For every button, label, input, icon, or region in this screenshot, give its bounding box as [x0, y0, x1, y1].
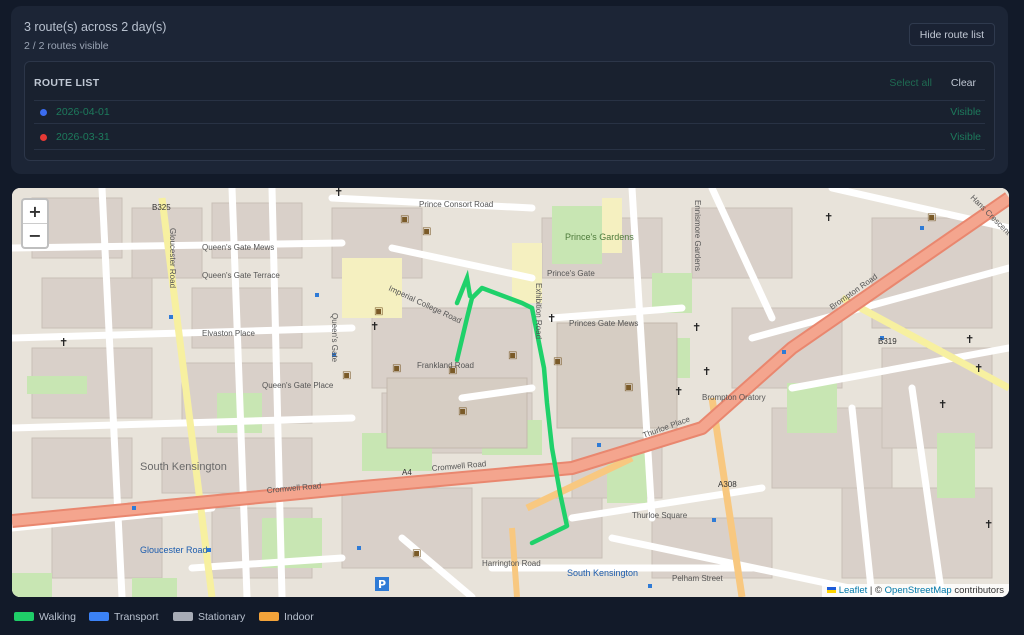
route-list: ROUTE LIST Select all Clear 2026-04-01 V… — [24, 61, 995, 161]
map-view[interactable]: ▣ ▣ ▣ ▣ ▣ ▣ ▣ ▣ ▣ ▣ ▣ ▣ ✝ ✝ ✝ ✝ ✝ ✝ ✝ ✝ ✝ ✝ ✝ ✝ Prince's… — [12, 188, 1009, 597]
walking-swatch — [14, 612, 34, 621]
legend-item-stationary: Stationary — [173, 611, 245, 623]
svg-text:✝: ✝ — [938, 398, 947, 411]
svg-text:▣: ▣ — [624, 382, 633, 393]
svg-text:▣: ▣ — [342, 370, 351, 381]
map-attribution: Leaflet | © OpenStreetMap contributors — [821, 584, 1009, 597]
map-label: A4 — [402, 468, 412, 477]
map-label: Brompton Oratory — [702, 393, 766, 402]
svg-text:▣: ▣ — [422, 226, 431, 237]
svg-text:▣: ▣ — [374, 306, 383, 317]
openstreetmap-link[interactable]: OpenStreetMap — [885, 585, 952, 596]
route-date: 2026-04-01 — [56, 106, 110, 118]
svg-text:▣: ▣ — [553, 356, 562, 367]
ukraine-flag-icon — [826, 587, 836, 593]
svg-text:✝: ✝ — [547, 312, 556, 325]
route-color-dot — [40, 109, 47, 116]
leaflet-link[interactable]: Leaflet — [839, 585, 868, 596]
route-summary-title: 3 route(s) across 2 day(s) — [24, 20, 167, 34]
svg-text:✝: ✝ — [334, 188, 343, 199]
zoom-control: + − — [21, 198, 49, 249]
map-label: Prince's Gate — [547, 269, 595, 278]
legend-item-transport: Transport — [89, 611, 159, 623]
svg-text:▣: ▣ — [458, 406, 467, 417]
map-label: Pelham Street — [672, 574, 723, 583]
map-label: A308 — [718, 480, 737, 489]
clear-button[interactable]: Clear — [951, 77, 976, 89]
svg-text:✝: ✝ — [965, 333, 974, 346]
legend-label: Indoor — [284, 611, 314, 623]
svg-text:✝: ✝ — [370, 320, 379, 333]
map-label: Queen's Gate Place — [262, 381, 334, 390]
route-visibility-toggle[interactable]: Visible — [950, 106, 981, 118]
svg-text:✝: ✝ — [674, 385, 683, 398]
map-label: Queen's Gate — [330, 313, 339, 363]
zoom-out-button[interactable]: − — [23, 224, 47, 247]
svg-text:✝: ✝ — [692, 321, 701, 334]
svg-text:✝: ✝ — [59, 336, 68, 349]
hide-route-list-button[interactable]: Hide route list — [908, 23, 995, 46]
select-all-button[interactable]: Select all — [889, 77, 932, 89]
indoor-swatch — [259, 612, 279, 621]
visible-routes-count: 2 / 2 routes visible — [24, 40, 109, 52]
map-label: South Kensington — [567, 568, 638, 578]
map-label: Queen's Gate Mews — [202, 243, 274, 252]
map-label: B319 — [878, 337, 897, 346]
svg-text:▣: ▣ — [392, 363, 401, 374]
map-label: B325 — [152, 203, 171, 212]
transport-swatch — [89, 612, 109, 621]
legend-label: Transport — [114, 611, 159, 623]
map-label: Gloucester Road — [140, 545, 208, 555]
map-label: Prince Consort Road — [419, 200, 493, 209]
stationary-swatch — [173, 612, 193, 621]
legend-label: Walking — [39, 611, 76, 623]
svg-text:✝: ✝ — [702, 365, 711, 378]
legend-label: Stationary — [198, 611, 246, 623]
map-label: Ennismore Gardens — [693, 200, 702, 271]
svg-text:▣: ▣ — [927, 212, 936, 223]
svg-text:P: P — [378, 578, 386, 591]
route-summary-panel: 3 route(s) across 2 day(s) 2 / 2 routes … — [11, 6, 1008, 174]
map-label: Frankland Road — [417, 361, 474, 370]
svg-text:▣: ▣ — [400, 214, 409, 225]
svg-text:✝: ✝ — [974, 362, 983, 375]
route-list-title: ROUTE LIST — [34, 77, 100, 89]
attribution-separator: | © — [867, 585, 885, 596]
zoom-in-button[interactable]: + — [23, 200, 47, 224]
attribution-suffix: contributors — [951, 585, 1004, 596]
map-label: Queen's Gate Terrace — [202, 271, 280, 280]
map-label: Princes Gate Mews — [569, 319, 638, 328]
map-label: Exhibition Road — [534, 283, 543, 339]
map-label: South Kensington — [140, 461, 227, 473]
svg-text:✝: ✝ — [984, 518, 993, 531]
route-color-dot — [40, 134, 47, 141]
map-label: Gloucester Road — [168, 228, 177, 288]
route-row-2026-04-01[interactable]: 2026-04-01 Visible — [34, 100, 985, 124]
svg-text:▣: ▣ — [412, 548, 421, 559]
legend-item-indoor: Indoor — [259, 611, 314, 623]
route-visibility-toggle[interactable]: Visible — [950, 131, 981, 143]
route-date: 2026-03-31 — [56, 131, 110, 143]
svg-text:▣: ▣ — [508, 350, 517, 361]
map-label: Thurloe Square — [632, 511, 688, 520]
map-label: Harrington Road — [482, 559, 541, 568]
map-label: Elvaston Place — [202, 329, 255, 338]
svg-text:✝: ✝ — [824, 211, 833, 224]
legend-item-walking: Walking — [14, 611, 76, 623]
map-label: Prince's Gardens — [565, 232, 634, 242]
route-row-2026-03-31[interactable]: 2026-03-31 Visible — [34, 126, 985, 150]
map-tiles: ▣▣▣ ▣▣▣ ▣▣▣ ▣▣▣ ✝✝✝ ✝✝✝ ✝✝✝ ✝✝✝ Prince's… — [12, 188, 1009, 597]
